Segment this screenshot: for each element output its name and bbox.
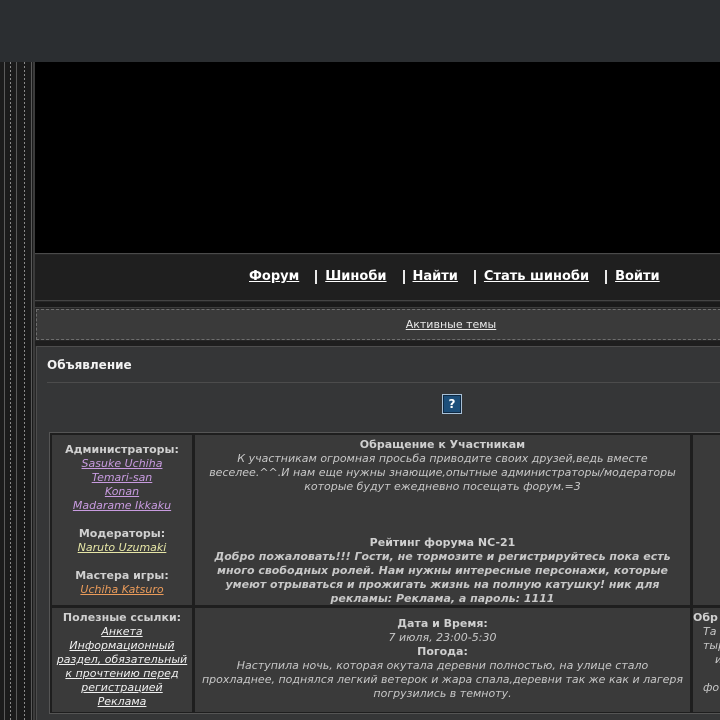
nav-separator — [402, 269, 405, 284]
browser-top-bar — [0, 0, 720, 62]
useful-links-cell: Полезные ссылки: Анкета Информационный р… — [52, 608, 192, 712]
active-topics-link[interactable]: Активные темы — [406, 318, 497, 331]
rating-heading: Рейтинг форума NC-21 — [369, 536, 516, 549]
nav-shinobi-link[interactable]: Шиноби — [325, 269, 386, 284]
right-cell-top: Д С н з от — [693, 435, 720, 605]
admins-heading: Администраторы: — [65, 443, 179, 456]
right-fragment: от — [693, 543, 720, 557]
appeal-text: К участникам огромная просьба приводите … — [209, 452, 676, 493]
admin-link[interactable]: Temari-san — [52, 471, 192, 485]
rail-line — [16, 62, 17, 720]
right-fragment: Обр — [693, 611, 718, 624]
rating-text: Добро пожаловать!!! Гости, не тормозите … — [214, 550, 671, 605]
admin-link[interactable]: Sasuke Uchiha — [52, 457, 192, 471]
useful-link[interactable]: Информационный раздел, обязательный к пр… — [52, 639, 192, 695]
announcement-title: Объявление — [47, 358, 132, 372]
nav-become-shinobi-link[interactable]: Стать шиноби — [484, 269, 589, 284]
datetime-cell: Дата и Время: 7 июля, 23:00-5:30 Погода:… — [195, 608, 690, 712]
nav-find-link[interactable]: Найти — [413, 269, 458, 284]
nav-forum-link[interactable]: Форум — [249, 269, 299, 284]
game-masters-heading: Мастера игры: — [75, 569, 169, 582]
announcement-divider — [47, 382, 720, 383]
right-fragment: Та — [703, 625, 717, 638]
rail-dash — [24, 62, 25, 720]
nav-separator — [605, 269, 608, 284]
right-cell-bottom: Обр Та тыр и фо — [693, 608, 720, 712]
right-fragment: Д — [693, 459, 720, 473]
right-fragment: з — [693, 501, 720, 515]
announcement-panel: Объявление ? Администраторы: Sasuke Uchi… — [36, 346, 720, 720]
staff-cell: Администраторы: Sasuke Uchiha Temari-san… — [52, 435, 192, 605]
game-master-link[interactable]: Uchiha Katsuro — [52, 583, 192, 597]
appeal-heading: Обращение к Участникам — [359, 438, 526, 451]
moderators-heading: Модераторы: — [78, 527, 166, 540]
datetime-heading: Дата и Время: — [397, 617, 488, 630]
nav-gap — [35, 302, 720, 308]
moderator-link[interactable]: Naruto Uzumaki — [52, 541, 192, 555]
nav-separator — [473, 269, 476, 284]
nav-login-link[interactable]: Войти — [615, 269, 660, 284]
right-fragment: С — [693, 473, 720, 487]
admin-link[interactable]: Madarame Ikkaku — [52, 499, 192, 513]
right-fragment: и — [693, 653, 720, 667]
rail-line — [4, 62, 5, 720]
main-navigation: Форум Шиноби Найти Стать шиноби Войти — [35, 255, 720, 301]
left-decorative-rail — [0, 62, 33, 720]
weather-text: Наступила ночь, которая окутала деревни … — [201, 659, 684, 700]
useful-link[interactable]: Реклама — [52, 695, 192, 709]
admin-link[interactable]: Konan — [52, 485, 192, 499]
weather-heading: Погода: — [417, 645, 468, 658]
active-topics-bar: Активные темы — [36, 309, 720, 340]
help-icon[interactable]: ? — [442, 394, 462, 414]
right-fragment: тыр — [703, 639, 720, 652]
useful-links-heading: Полезные ссылки: — [62, 611, 182, 624]
nav-separator — [315, 269, 318, 284]
rail-line — [31, 62, 32, 720]
rail-dash — [10, 62, 11, 720]
useful-link[interactable]: Анкета — [52, 625, 192, 639]
header-banner — [35, 62, 720, 254]
right-fragment: фо — [703, 681, 720, 694]
announcement-main-cell: Обращение к Участникам К участникам огро… — [195, 435, 690, 605]
forum-main: Форум Шиноби Найти Стать шиноби Войти Ак… — [33, 62, 720, 720]
datetime-value: 7 июля, 23:00-5:30 — [388, 631, 497, 644]
right-fragment: н — [693, 487, 720, 501]
announcement-table: Администраторы: Sasuke Uchiha Temari-san… — [49, 432, 720, 714]
